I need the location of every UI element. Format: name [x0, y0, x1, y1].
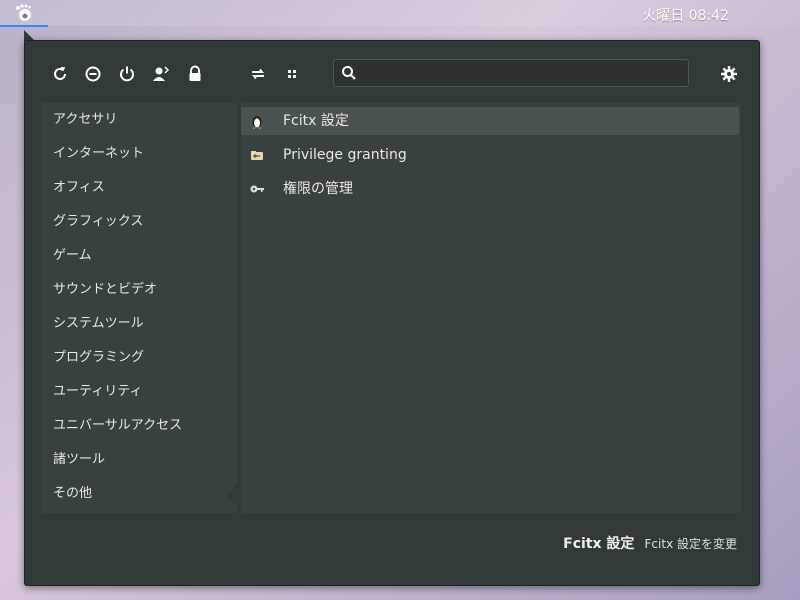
selected-category-pointer: [226, 484, 237, 506]
category-item[interactable]: その他: [41, 477, 237, 511]
category-item[interactable]: ユニバーサルアクセス: [41, 409, 237, 443]
category-list: アクセサリ インターネット オフィス グラフィックス ゲーム サウンドとビデオ …: [41, 103, 237, 513]
category-item[interactable]: プログラミング: [41, 341, 237, 375]
reload-icon: [54, 67, 66, 80]
power-icon: [120, 66, 134, 82]
settings-gear-icon: [721, 66, 737, 82]
switch-user-button[interactable]: [150, 63, 172, 85]
reload-button[interactable]: [49, 63, 71, 85]
app-item-permission-management[interactable]: 権限の管理: [241, 175, 739, 203]
power-button[interactable]: [116, 63, 138, 85]
fcitx-penguin-icon: [252, 116, 262, 129]
category-item[interactable]: ユーティリティ: [41, 375, 237, 409]
grid-view-button[interactable]: [281, 63, 303, 85]
privilege-folder-icon: [251, 151, 263, 160]
lock-button[interactable]: [184, 63, 206, 85]
transfer-icon: [251, 68, 265, 80]
clock[interactable]: 火曜日 08:42: [642, 5, 729, 25]
lock-icon: [189, 65, 201, 81]
category-item[interactable]: オフィス: [41, 171, 237, 205]
category-item[interactable]: ゲーム: [41, 239, 237, 273]
logout-minus-icon: [85, 66, 101, 82]
search-input[interactable]: [362, 60, 686, 88]
settings-button[interactable]: [718, 63, 740, 85]
status-app-name: Fcitx 設定: [563, 536, 635, 552]
top-bar: 火曜日 08:42: [0, 0, 800, 27]
category-item[interactable]: システムツール: [41, 307, 237, 341]
gnome-foot-icon[interactable]: [14, 4, 34, 22]
app-label: Privilege granting: [283, 147, 407, 163]
status-app-description: Fcitx 設定を変更: [644, 537, 737, 551]
category-item[interactable]: サウンドとビデオ: [41, 273, 237, 307]
switch-user-icon: [153, 66, 170, 81]
key-icon: [250, 185, 264, 193]
category-item[interactable]: アクセサリ: [41, 103, 237, 137]
search-icon: [342, 66, 356, 80]
app-label: 権限の管理: [283, 181, 353, 197]
status-bar: Fcitx 設定 Fcitx 設定を変更: [563, 533, 737, 553]
category-item[interactable]: インターネット: [41, 137, 237, 171]
category-item[interactable]: 諸ツール: [41, 443, 237, 477]
logout-button[interactable]: [82, 63, 104, 85]
grid-view-icon: [288, 70, 296, 78]
category-item[interactable]: グラフィックス: [41, 205, 237, 239]
activities-indicator: [0, 25, 48, 27]
app-item-privilege-granting[interactable]: Privilege granting: [241, 141, 739, 169]
transfer-button[interactable]: [247, 63, 269, 85]
app-item-fcitx-settings[interactable]: Fcitx 設定: [241, 107, 739, 135]
application-menu: アクセサリ インターネット オフィス グラフィックス ゲーム サウンドとビデオ …: [24, 40, 760, 586]
search-box[interactable]: [333, 59, 689, 88]
application-list: Fcitx 設定 Privilege granting 権限の管理: [241, 103, 741, 513]
app-label: Fcitx 設定: [283, 113, 349, 129]
